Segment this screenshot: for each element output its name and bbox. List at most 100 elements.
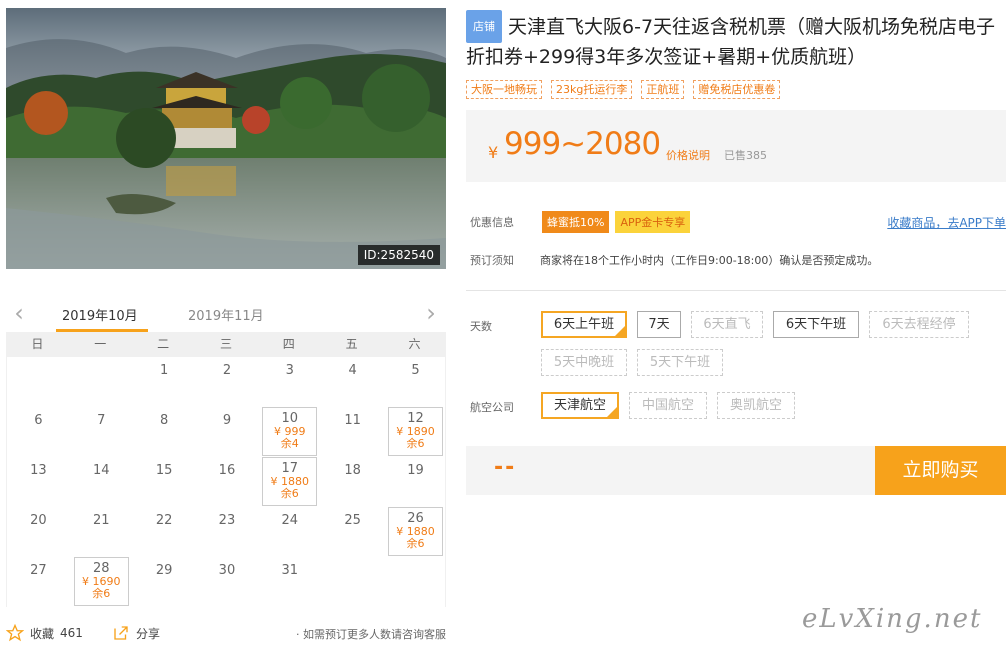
weekday-label: 日: [31, 337, 44, 351]
notice-label: 预订须知: [470, 254, 514, 267]
day-number: 27: [30, 563, 47, 578]
day-number: 1: [159, 363, 169, 378]
calendar-nav: ‹ 2019年10月 2019年11月 ›: [6, 296, 446, 332]
product-header: 店铺 天津直飞大阪6-7天往返含税机票（赠大阪机场免税店电子折扣券+299得3年多…: [466, 10, 1006, 72]
tab-month-november[interactable]: 2019年11月: [188, 305, 264, 324]
share-label: 分享: [136, 626, 161, 641]
calendar-day-available[interactable]: 12 ¥ 1890 余6: [388, 407, 443, 456]
day-number: 8: [159, 413, 169, 428]
weekday-label: 四: [282, 337, 295, 351]
star-icon: [6, 624, 24, 642]
day-stock: 余6: [92, 587, 111, 600]
day-number: 14: [92, 463, 110, 478]
divider: [466, 290, 1006, 291]
share-button[interactable]: 分享: [112, 624, 160, 642]
temple-landscape-image: [6, 8, 446, 269]
day-number: 17: [281, 461, 299, 476]
sold-count: 已售385: [724, 149, 767, 162]
calendar-day-available[interactable]: 17 ¥ 1880 余6: [262, 457, 318, 506]
favorite-count: 461: [60, 626, 83, 640]
calendar-day-empty: [70, 357, 133, 407]
calendar-day: 11: [321, 407, 384, 457]
day-number: 20: [30, 513, 47, 528]
day-number: 31: [281, 563, 299, 578]
day-number: 12: [407, 411, 424, 426]
option-days-6-afternoon[interactable]: 6天下午班: [773, 311, 859, 338]
booking-notice-row: 预订须知 商家将在18个工作小时内（工作日9:00-18:00）确认是否预定成功…: [470, 252, 878, 268]
calendar-day: 18: [321, 457, 384, 507]
calendar-day: 16: [196, 457, 259, 507]
day-number: 24: [281, 513, 299, 528]
weekday-header: 日 一 二 三 四 五 六: [6, 332, 446, 357]
calendar-day: 19: [384, 457, 447, 507]
day-number: 29: [155, 563, 173, 578]
day-number: 6: [34, 413, 43, 428]
calendar-day: 30: [196, 557, 259, 607]
day-number: 10: [281, 411, 299, 426]
product-photo[interactable]: ID:2582540: [6, 8, 446, 269]
calendar-day: 31: [258, 557, 321, 607]
option-days-6-direct: 6天直飞: [691, 311, 763, 338]
calendar-day: 8: [133, 407, 196, 457]
calendar-day-available[interactable]: 28 ¥ 1690 余6: [73, 557, 129, 606]
day-number: 15: [155, 463, 173, 478]
calendar-day: 7: [70, 407, 133, 457]
day-number: 9: [222, 413, 232, 428]
day-number: 11: [344, 413, 361, 428]
image-id-badge: ID:2582540: [357, 245, 440, 265]
calendar-day-available[interactable]: 10 ¥ 999 余4: [262, 407, 318, 456]
buy-now-button[interactable]: 立即购买: [875, 446, 1006, 495]
day-number: 13: [30, 463, 47, 478]
favorite-label: 收藏: [30, 626, 55, 641]
day-number: 30: [218, 563, 236, 578]
feature-tags: 大阪一地畅玩 23kg托运行李 正航班 赠免税店优惠卷: [466, 80, 781, 99]
favorite-button[interactable]: 收藏 461: [6, 624, 83, 642]
day-number: 3: [285, 363, 294, 378]
option-days-7[interactable]: 7天: [637, 311, 681, 338]
calendar-day: 9: [196, 407, 259, 457]
day-number: 16: [218, 463, 236, 478]
calendar-day: 1: [133, 357, 196, 407]
calendar-day: 25: [321, 507, 384, 557]
calendar-day: 21: [70, 507, 133, 557]
promo-label: 优惠信息: [470, 216, 514, 229]
day-number: 5: [411, 363, 420, 378]
weekday-label: 六: [408, 337, 421, 351]
favorite-go-app-link[interactable]: 收藏商品，去APP下单: [887, 214, 1006, 231]
day-number: 4: [348, 363, 357, 378]
calendar-footer: 收藏 461 分享 · 如需预订更多人数请咨询客服: [6, 622, 446, 644]
day-number: 28: [92, 561, 110, 576]
option-airline-okay: 奥凯航空: [717, 392, 795, 419]
prev-month-arrow-icon[interactable]: ‹: [10, 301, 28, 325]
calendar-day: 24: [258, 507, 321, 557]
day-number: 21: [92, 513, 110, 528]
next-month-arrow-icon[interactable]: ›: [422, 301, 440, 325]
calendar-day: 27: [7, 557, 70, 607]
day-stock: 余6: [406, 537, 425, 550]
calendar-day-available[interactable]: 26 ¥ 1880 余6: [388, 507, 443, 556]
weekday-label: 一: [94, 337, 107, 351]
option-airline-tianjin[interactable]: 天津航空 ✓: [541, 392, 619, 419]
price-explain-link[interactable]: 价格说明: [666, 147, 710, 163]
day-number: 26: [407, 511, 424, 526]
days-label: 天数: [470, 320, 492, 333]
shop-tag[interactable]: 店铺: [466, 10, 502, 43]
tab-month-october[interactable]: 2019年10月: [56, 305, 148, 332]
option-days-6-morning[interactable]: 6天上午班 ✓: [541, 311, 627, 338]
calendar-day: 20: [7, 507, 70, 557]
day-stock: 余6: [280, 487, 299, 500]
airline-label: 航空公司: [470, 401, 514, 414]
weekday-label: 三: [219, 337, 232, 351]
option-days-5-afternoon: 5天下午班: [637, 349, 723, 376]
share-icon: [114, 626, 128, 640]
honey-discount-badge: 蜂蜜抵10%: [542, 211, 610, 233]
buy-bar: -- 立即购买: [466, 446, 1006, 495]
date-calendar: ‹ 2019年10月 2019年11月 › 日 一 二 三 四 五 六 1234…: [6, 296, 446, 607]
day-number: 2: [222, 363, 232, 378]
option-days-5-evening: 5天中晚班: [541, 349, 627, 376]
calendar-day: 22: [133, 507, 196, 557]
option-days-6-stopover: 6天去程经停: [869, 311, 969, 338]
day-number: 18: [344, 463, 361, 478]
day-number: 19: [407, 463, 424, 478]
day-number: 7: [97, 413, 106, 428]
